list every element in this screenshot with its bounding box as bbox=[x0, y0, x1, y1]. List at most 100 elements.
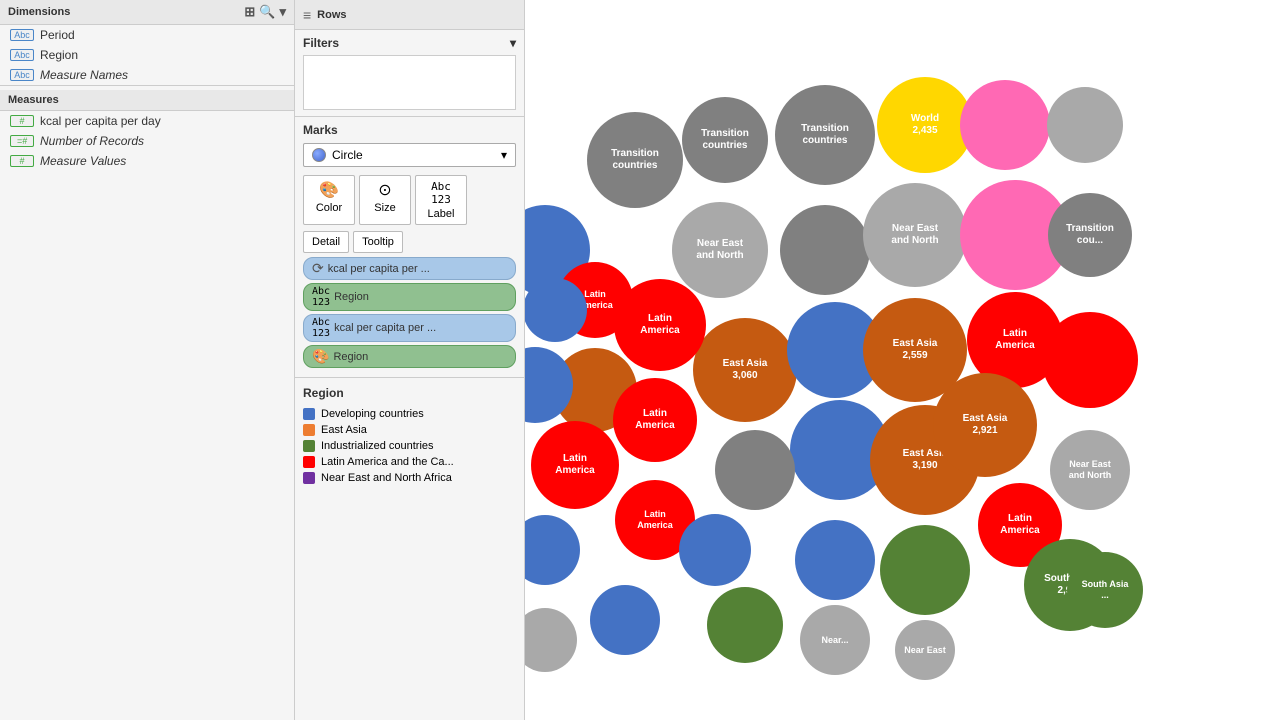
region-item-0[interactable]: Developing countries bbox=[303, 406, 516, 422]
search-icon[interactable]: 🔍 bbox=[259, 4, 275, 20]
left-panel: Dimensions ⊞ 🔍 ▾ Abc Period Abc Region A… bbox=[0, 0, 295, 720]
dimensions-list: Abc Period Abc Region Abc Measure Names bbox=[0, 25, 294, 85]
bubble-35[interactable] bbox=[715, 430, 795, 510]
dimensions-toolbar: ⊞ 🔍 ▾ bbox=[244, 4, 286, 20]
region-dot-2 bbox=[303, 440, 315, 452]
type-badge-measure-names: Abc bbox=[10, 69, 34, 81]
size-label: Size bbox=[374, 202, 395, 214]
bubble-4[interactable]: Transition countries bbox=[682, 97, 768, 183]
region-item-4[interactable]: Near East and North Africa bbox=[303, 470, 516, 486]
region-label-0: Developing countries bbox=[321, 408, 424, 420]
marks-section: Marks Circle ▾ 🎨 Color ⊙ Size Abc123 Lab… bbox=[295, 117, 524, 378]
bubble-31[interactable] bbox=[1042, 312, 1138, 408]
circle-label: Circle bbox=[332, 148, 363, 162]
marks-buttons: 🎨 Color ⊙ Size Abc123 Label bbox=[303, 175, 516, 225]
tooltip-button[interactable]: Tooltip bbox=[353, 231, 403, 253]
middle-panel: ≡ Rows Filters ▾ Marks Circle ▾ 🎨 Color … bbox=[295, 0, 525, 720]
bubble-7[interactable]: Latin America bbox=[614, 279, 706, 371]
viz-area: Latin AmericaTransition countriesTransit… bbox=[525, 0, 1280, 720]
measure-values-label: Measure Values bbox=[40, 154, 126, 168]
bubble-32[interactable]: Near East and North bbox=[1050, 430, 1130, 510]
dim-period[interactable]: Abc Period bbox=[0, 25, 294, 45]
bubble-13[interactable] bbox=[525, 278, 587, 342]
bubble-10[interactable]: Latin America bbox=[531, 421, 619, 509]
bubble-30[interactable]: Transition cou... bbox=[1048, 193, 1132, 277]
measures-section: Measures # kcal per capita per day =# Nu… bbox=[0, 85, 294, 171]
region-label-4: Near East and North Africa bbox=[321, 472, 452, 484]
bubble-34[interactable]: South Asia ... bbox=[1067, 552, 1143, 628]
measure-kcal[interactable]: # kcal per capita per day bbox=[0, 111, 294, 131]
region-dot-1 bbox=[303, 424, 315, 436]
region-legend-header: Region bbox=[303, 386, 516, 400]
size-button[interactable]: ⊙ Size bbox=[359, 175, 411, 225]
grid-icon[interactable]: ⊞ bbox=[244, 4, 255, 20]
pill-kcal2-icon: Abc123 bbox=[312, 317, 330, 339]
pill-kcal-icon: ⟳ bbox=[312, 260, 324, 277]
bubble-6[interactable]: East Asia 3,060 bbox=[693, 318, 797, 422]
filters-label: Filters bbox=[303, 36, 339, 50]
type-badge-values: # bbox=[10, 155, 34, 167]
bubble-24[interactable] bbox=[960, 80, 1050, 170]
bubble-36[interactable] bbox=[679, 514, 751, 586]
mark-pill-kcal2[interactable]: Abc123 kcal per capita per ... bbox=[303, 314, 516, 342]
region-item-2[interactable]: Industrialized countries bbox=[303, 438, 516, 454]
region-item-3[interactable]: Latin America and the Ca... bbox=[303, 454, 516, 470]
bubble-39[interactable] bbox=[707, 587, 783, 663]
mark-pill-region1[interactable]: Abc123 Region bbox=[303, 283, 516, 311]
marks-header: Marks bbox=[303, 123, 516, 137]
type-badge-records: =# bbox=[10, 135, 34, 147]
region-label-3: Latin America and the Ca... bbox=[321, 456, 454, 468]
type-badge-kcal: # bbox=[10, 115, 34, 127]
bubble-27[interactable]: East Asia 2,921 bbox=[933, 373, 1037, 477]
pill-region2-icon: 🎨 bbox=[312, 348, 329, 365]
dropdown-icon[interactable]: ▾ bbox=[279, 4, 286, 20]
mark-pill-region2[interactable]: 🎨 Region bbox=[303, 345, 516, 368]
measure-records[interactable]: =# Number of Records bbox=[0, 131, 294, 151]
pill-region1-label: Region bbox=[334, 291, 369, 303]
dim-period-label: Period bbox=[40, 28, 75, 42]
pill-region2-label: Region bbox=[333, 351, 368, 363]
label-button[interactable]: Abc123 Label bbox=[415, 175, 467, 225]
measure-kcal-label: kcal per capita per day bbox=[40, 114, 161, 128]
dim-measure-names[interactable]: Abc Measure Names bbox=[0, 65, 294, 85]
dropdown-arrow: ▾ bbox=[501, 148, 507, 162]
bubble-15[interactable] bbox=[780, 205, 870, 295]
bubble-37[interactable] bbox=[525, 608, 577, 672]
region-item-1[interactable]: East Asia bbox=[303, 422, 516, 438]
mark-pill-kcal[interactable]: ⟳ kcal per capita per ... bbox=[303, 257, 516, 280]
dim-region[interactable]: Abc Region bbox=[0, 45, 294, 65]
bubble-5[interactable]: Near East and North bbox=[672, 202, 768, 298]
rows-bar: ≡ Rows bbox=[295, 0, 524, 30]
label-label: Label bbox=[428, 208, 455, 220]
detail-button[interactable]: Detail bbox=[303, 231, 349, 253]
bubble-11[interactable] bbox=[525, 515, 580, 585]
bubble-14[interactable]: Transition countries bbox=[775, 85, 875, 185]
pill-kcal-label: kcal per capita per ... bbox=[328, 263, 430, 275]
bubble-38[interactable] bbox=[590, 585, 660, 655]
region-label-1: East Asia bbox=[321, 424, 367, 436]
label-icon: Abc123 bbox=[431, 180, 451, 206]
dimensions-title: Dimensions bbox=[8, 6, 70, 18]
region-legend: Region Developing countries East Asia In… bbox=[295, 378, 524, 720]
bubble-41[interactable]: Near East bbox=[895, 620, 955, 680]
bubble-20[interactable]: Near East and North bbox=[863, 183, 967, 287]
bubble-3[interactable]: Transition countries bbox=[587, 112, 683, 208]
filters-expand-icon[interactable]: ▾ bbox=[510, 36, 516, 50]
bubble-23[interactable] bbox=[880, 525, 970, 615]
bubble-29[interactable] bbox=[1047, 87, 1123, 163]
measures-header: Measures bbox=[0, 90, 294, 111]
color-button[interactable]: 🎨 Color bbox=[303, 175, 355, 225]
marks-type-dropdown[interactable]: Circle ▾ bbox=[303, 143, 516, 167]
dimensions-header: Dimensions ⊞ 🔍 ▾ bbox=[0, 0, 294, 25]
bubble-19[interactable]: World 2,435 bbox=[877, 77, 973, 173]
bubble-8[interactable]: Latin America bbox=[613, 378, 697, 462]
measure-values[interactable]: # Measure Values bbox=[0, 151, 294, 171]
bubble-40[interactable]: Near... bbox=[800, 605, 870, 675]
color-icon: 🎨 bbox=[319, 180, 339, 200]
marks-detail-row: Detail Tooltip bbox=[303, 231, 516, 253]
region-dot-3 bbox=[303, 456, 315, 468]
measure-records-label: Number of Records bbox=[40, 134, 144, 148]
region-dot-4 bbox=[303, 472, 315, 484]
filters-header[interactable]: Filters ▾ bbox=[303, 36, 516, 50]
bubble-18[interactable] bbox=[795, 520, 875, 600]
